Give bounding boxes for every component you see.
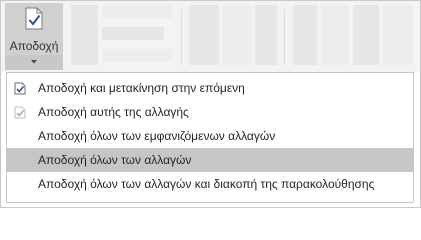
accept-dropdown-menu: Αποδοχή και μετακίνηση στην επόμενη Αποδ…	[6, 72, 414, 203]
ribbon-ghost-button	[189, 5, 219, 65]
ribbon-ghost-button	[102, 27, 164, 40]
accept-button-label: Αποδοχή	[9, 39, 59, 53]
ribbon-ghost-button	[222, 5, 252, 65]
menu-item-label: Αποδοχή όλων των εμφανιζόμενων αλλαγών	[38, 129, 276, 143]
document-checkmark-icon	[25, 7, 43, 30]
menu-item-accept-all-shown[interactable]: Αποδοχή όλων των εμφανιζόμενων αλλαγών	[7, 124, 413, 148]
ribbon-ghost-button	[293, 5, 317, 65]
menu-item-label: Αποδοχή αυτής της αλλαγής	[38, 105, 189, 119]
accept-button[interactable]: Αποδοχή	[5, 3, 63, 55]
menu-item-accept-and-move-next[interactable]: Αποδοχή και μετακίνηση στην επόμενη	[7, 76, 413, 100]
menu-item-accept-all-and-stop-tracking[interactable]: Αποδοχή όλων των αλλαγών και διακοπή της…	[7, 172, 413, 196]
ribbon-ghost-button	[321, 5, 349, 65]
ribbon-ghost-button	[353, 5, 379, 65]
ribbon-ghost-button	[383, 5, 413, 65]
ribbon-separator	[284, 9, 285, 65]
accept-split-button[interactable]: Αποδοχή	[5, 3, 63, 70]
accept-change-icon	[14, 106, 26, 119]
chevron-down-icon[interactable]	[5, 57, 63, 67]
ribbon-ghost-button	[102, 5, 172, 18]
menu-item-accept-all-changes[interactable]: Αποδοχή όλων των αλλαγών	[7, 148, 413, 172]
ribbon-ghost-button	[102, 49, 172, 62]
menu-item-label: Αποδοχή και μετακίνηση στην επόμενη	[38, 81, 245, 95]
ribbon-ghost-button	[255, 5, 277, 65]
window-frame: Αποδοχή Αποδοχή και μετακίνηση στην επόμ…	[0, 0, 421, 208]
menu-item-label: Αποδοχή όλων των αλλαγών και διακοπή της…	[38, 177, 375, 191]
menu-item-label: Αποδοχή όλων των αλλαγών	[38, 153, 192, 167]
ribbon-strip: Αποδοχή	[1, 1, 420, 72]
accept-move-next-icon	[14, 82, 26, 95]
menu-item-accept-this-change[interactable]: Αποδοχή αυτής της αλλαγής	[7, 100, 413, 124]
ribbon-separator	[181, 9, 182, 65]
ribbon-ghost-button	[71, 5, 98, 65]
